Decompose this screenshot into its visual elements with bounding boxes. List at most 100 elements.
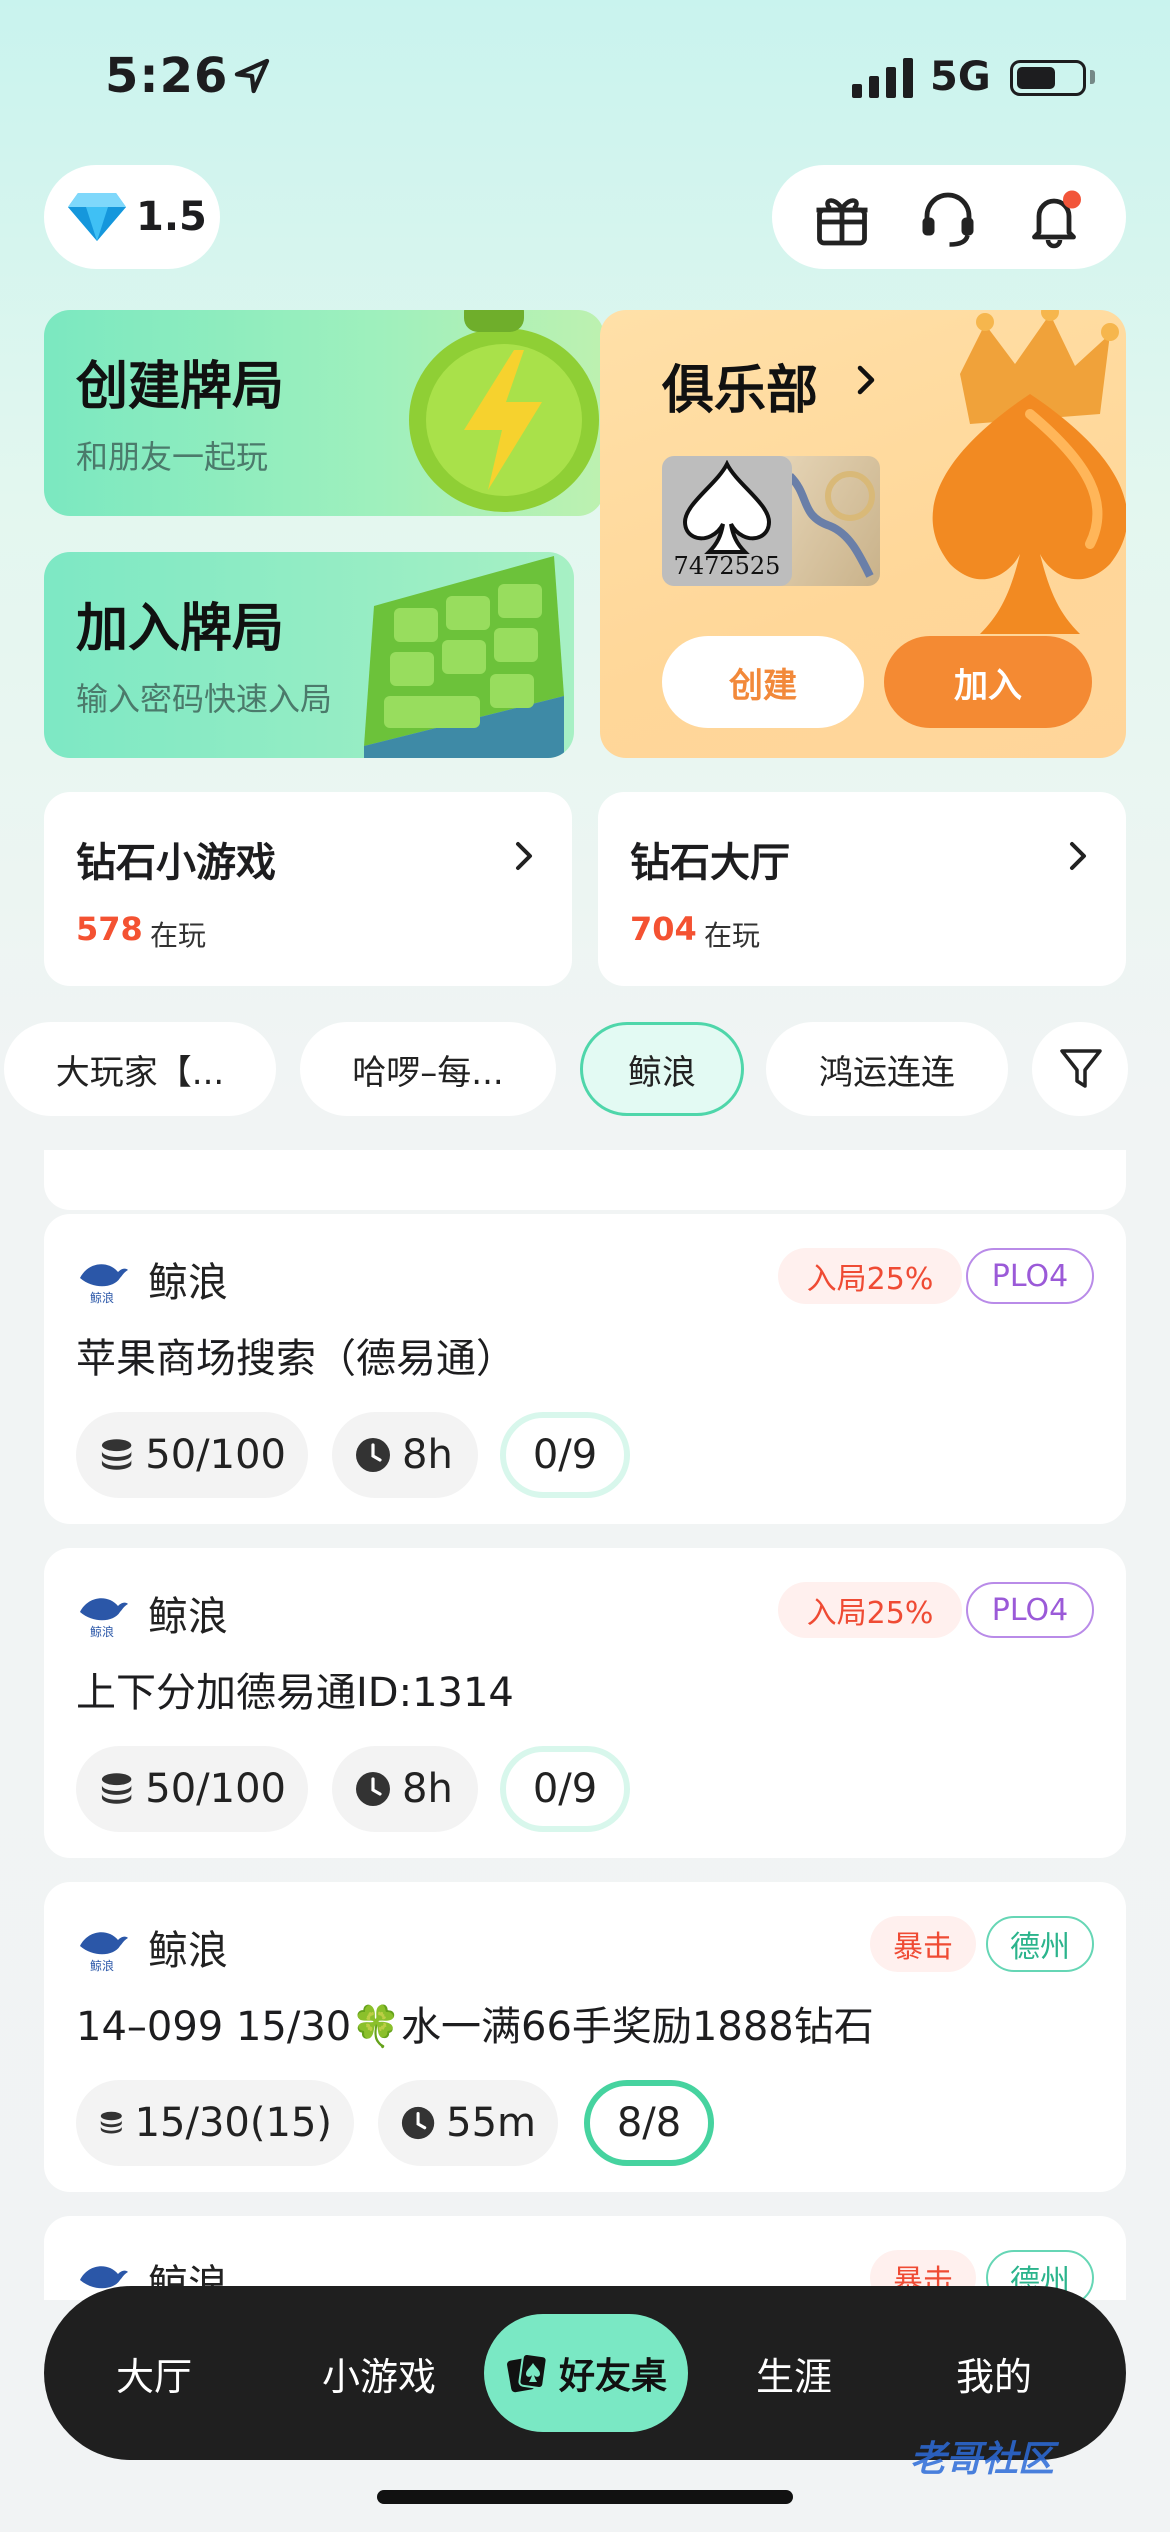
status-time: 5:26 — [105, 48, 229, 104]
chevron-right-icon — [857, 365, 875, 395]
svg-text:鲸浪: 鲸浪 — [90, 1958, 114, 1972]
table-tag: 入局25% — [778, 1248, 962, 1304]
clock-icon — [356, 1772, 390, 1806]
svg-text:鲸浪: 鲸浪 — [90, 1624, 114, 1638]
cards-icon — [507, 2353, 548, 2393]
table-tag: 入局25% — [778, 1582, 962, 1638]
players-suffix: 在玩 — [150, 919, 207, 952]
seats-badge: 8/8 — [584, 2080, 714, 2166]
players-count: 704 — [630, 910, 697, 948]
battery-nub — [1090, 70, 1095, 84]
whale-logo-icon: 鲸浪 — [74, 1248, 130, 1304]
players-count: 578 — [76, 910, 143, 948]
clock-icon — [401, 2106, 435, 2140]
table-title: 上下分加德易通ID:1314 — [76, 1670, 514, 1716]
chevron-right-icon — [1070, 842, 1086, 870]
club-avatar[interactable]: 7472525 — [662, 456, 792, 586]
blinds-stat: 15/30(15) — [76, 2080, 354, 2166]
table-list: 鲸浪 鲸浪 入局25% PLO4 苹果商场搜索（德易通） 50/100 8h 0… — [0, 1150, 1170, 2300]
filter-icon — [1060, 1049, 1102, 1088]
bell-icon[interactable] — [1024, 189, 1084, 249]
table-title: 苹果商场搜索（德易通） — [76, 1336, 516, 1382]
join-game-card[interactable]: 加入牌局 输入密码快速入局 — [44, 552, 574, 758]
blinds-stat: 50/100 — [76, 1746, 308, 1832]
create-game-title: 创建牌局 — [76, 357, 285, 417]
battery-icon — [1010, 60, 1086, 96]
game-title: 钻石大厅 — [630, 840, 790, 886]
nav-lobby[interactable]: 大厅 — [84, 2286, 224, 2460]
duration-value: 55m — [446, 2100, 536, 2146]
table-title: 14–099 15/30🍀水一满66手奖励1888钻石 — [76, 2004, 874, 2050]
status-bar: 5:26 5G — [0, 0, 1170, 150]
table-card[interactable] — [44, 1150, 1126, 1210]
filter-button[interactable] — [1032, 1022, 1128, 1116]
signal-icon — [852, 58, 913, 98]
seats-badge: 0/9 — [500, 1412, 630, 1498]
chips-icon — [101, 1773, 132, 1804]
whale-logo-icon: 鲸浪 — [74, 1582, 130, 1638]
nav-friend-tables[interactable]: 好友桌 — [484, 2314, 688, 2432]
create-game-card[interactable]: 创建牌局 和朋友一起玩 — [44, 310, 604, 516]
watermark: 老哥社区 — [910, 2439, 1055, 2480]
blinds-stat: 50/100 — [76, 1412, 308, 1498]
create-game-subtitle: 和朋友一起玩 — [76, 438, 269, 476]
join-game-subtitle: 输入密码快速入局 — [76, 680, 333, 718]
diamond-lobby-card[interactable]: 钻石大厅 704 在玩 — [598, 792, 1126, 986]
players-suffix: 在玩 — [704, 919, 761, 952]
nav-career[interactable]: 生涯 — [724, 2286, 864, 2460]
chips-icon — [100, 2111, 122, 2134]
nav-friend-tables-label: 好友桌 — [558, 2356, 667, 2397]
club-id: 7472525 — [673, 552, 781, 580]
club-create-button[interactable]: 创建 — [662, 636, 864, 728]
club-title: 俱乐部 — [662, 361, 819, 421]
table-card[interactable]: 鲸浪 鲸浪 入局25% PLO4 苹果商场搜索（德易通） 50/100 8h 0… — [44, 1214, 1126, 1524]
diamond-balance-pill[interactable]: 1.5 — [44, 165, 220, 269]
headset-icon[interactable] — [918, 189, 978, 249]
table-tag: PLO4 — [966, 1582, 1094, 1638]
seats-badge: 0/9 — [500, 1746, 630, 1832]
filter-chip-club[interactable]: 大玩家【... — [4, 1022, 276, 1116]
filter-chip-club[interactable]: 鸿运连连 — [766, 1022, 1008, 1116]
duration-value: 8h — [402, 1432, 453, 1478]
blinds-value: 50/100 — [145, 1432, 286, 1478]
whale-logo-icon: 鲸浪 — [74, 1916, 130, 1972]
home-indicator[interactable] — [377, 2490, 793, 2504]
blinds-value: 50/100 — [145, 1766, 286, 1812]
network-type: 5G — [930, 54, 991, 100]
filter-chip-club-active[interactable]: 鲸浪 — [580, 1022, 744, 1116]
svg-text:鲸浪: 鲸浪 — [90, 1290, 114, 1304]
table-club-name: 鲸浪 — [148, 1928, 228, 1974]
diamond-balance: 1.5 — [136, 194, 207, 240]
table-card[interactable]: 鲸浪 鲸浪 入局25% PLO4 上下分加德易通ID:1314 50/100 8… — [44, 1548, 1126, 1858]
duration-stat: 55m — [378, 2080, 558, 2166]
diamond-icon — [68, 193, 126, 241]
spade-icon — [682, 460, 772, 554]
diamond-minigames-card[interactable]: 钻石小游戏 578 在玩 — [44, 792, 572, 986]
spade-crown-icon — [932, 310, 1126, 634]
nav-minigames[interactable]: 小游戏 — [294, 2286, 464, 2460]
table-tag: PLO4 — [966, 1248, 1094, 1304]
duration-stat: 8h — [332, 1746, 478, 1832]
gift-icon[interactable] — [812, 189, 872, 249]
keypad-icon — [364, 556, 564, 758]
table-club-name: 鲸浪 — [148, 1594, 228, 1640]
lightning-clock-icon — [409, 310, 599, 512]
top-actions-group — [772, 165, 1126, 269]
chips-icon — [101, 1439, 132, 1470]
duration-value: 8h — [402, 1766, 453, 1812]
clock-icon — [356, 1438, 390, 1472]
location-arrow-icon — [234, 58, 270, 94]
battery-level — [1017, 67, 1055, 89]
duration-stat: 8h — [332, 1412, 478, 1498]
game-title: 钻石小游戏 — [76, 840, 276, 886]
club-join-button[interactable]: 加入 — [884, 636, 1092, 728]
table-card[interactable]: 鲸浪 鲸浪 暴击 德州 14–099 15/30🍀水一满66手奖励1888钻石 … — [44, 1882, 1126, 2192]
club-card[interactable]: 俱乐部 7472525 创建 加入 — [600, 310, 1126, 758]
filter-chip-club[interactable]: 哈啰–每... — [300, 1022, 556, 1116]
table-tag: 暴击 — [870, 1916, 976, 1972]
table-tag: 德州 — [986, 1916, 1094, 1972]
blinds-value: 15/30(15) — [134, 2100, 332, 2146]
table-club-name: 鲸浪 — [148, 1260, 228, 1306]
join-game-title: 加入牌局 — [76, 599, 285, 659]
chevron-right-icon — [516, 842, 532, 870]
